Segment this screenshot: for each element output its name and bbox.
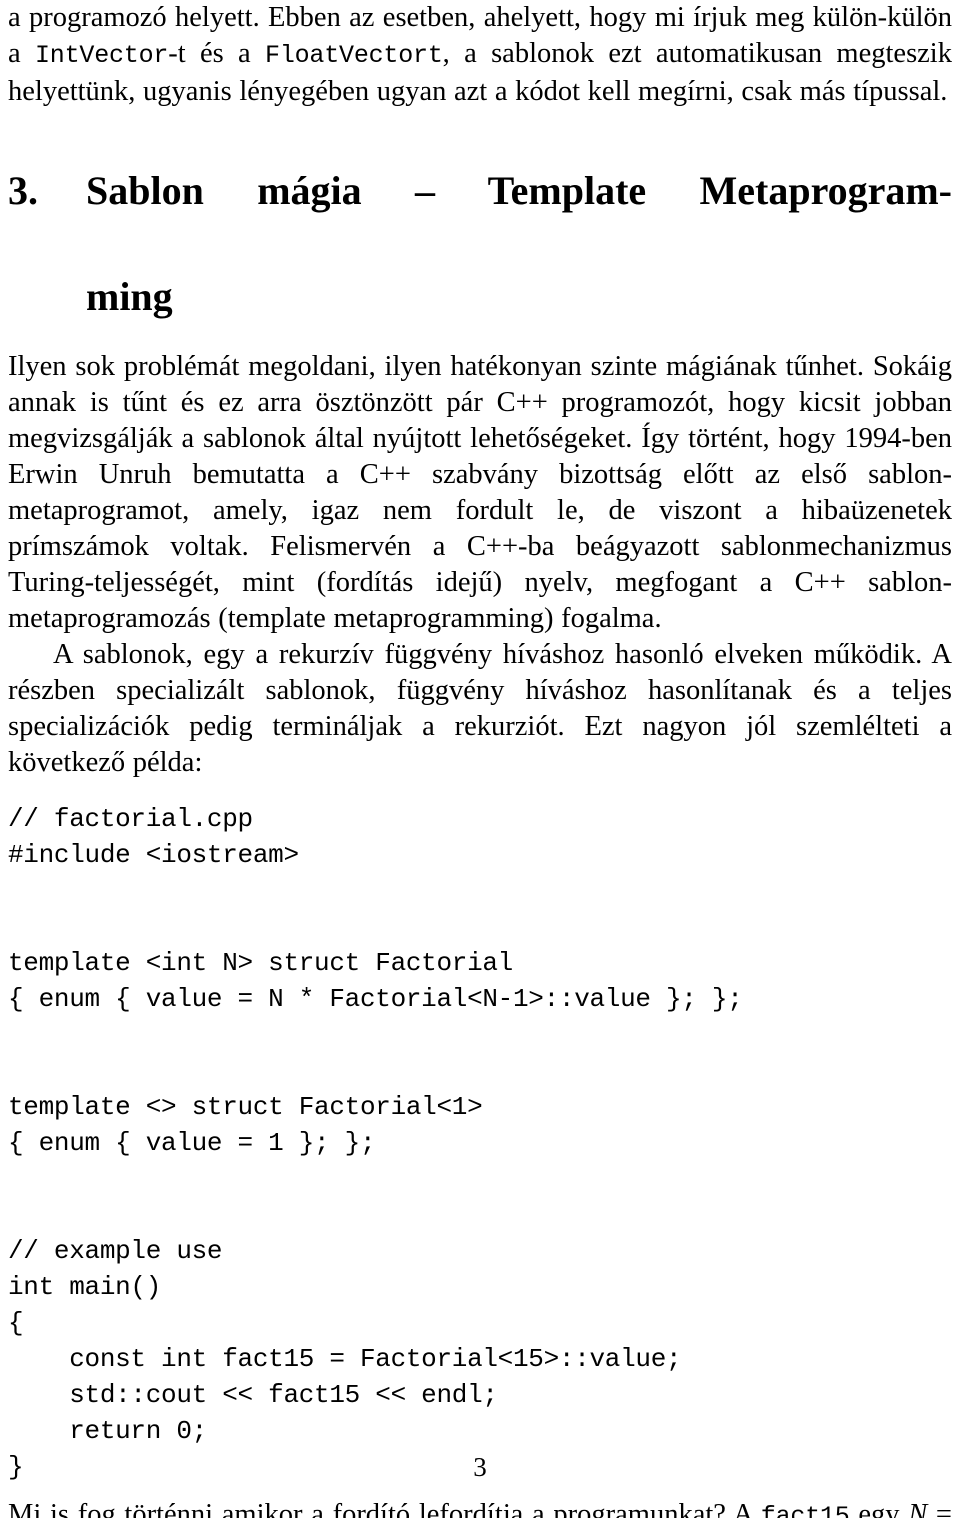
inline-code-intvector: IntVector [34, 41, 169, 70]
inline-code-fact15: fact15 [760, 1502, 850, 1518]
page-number: 3 [473, 1452, 487, 1482]
closing-text-part2: egy [849, 1499, 909, 1518]
section-title: Sablon mágia – Template Metaprogram-ming [86, 164, 952, 323]
section-title-line-1: Sablon mágia – Template Metaprogram- [86, 168, 952, 213]
recursion-paragraph: A sablonok, egy a rekurzív függvény hívá… [8, 639, 952, 778]
math-variable-n: N [908, 1499, 928, 1518]
page-content: a programozó helyett. Ebben az esetben, … [8, 0, 952, 1518]
closing-paragraph: Mi is fog történni amikor a fordító lefo… [8, 1497, 952, 1518]
code-block-factorial: // factorial.cpp #include <iostream> tem… [8, 804, 743, 1482]
intro-text-part2: -t és a [168, 38, 266, 69]
section-heading: 3. Sablon mágia – Template Metaprogram-m… [8, 164, 952, 323]
document-page: a programozó helyett. Ebben az esetben, … [0, 0, 960, 1518]
section-number: 3. [8, 168, 38, 213]
inline-code-floatvectort: FloatVectort [265, 41, 443, 70]
magic-paragraph: Ilyen sok problémát megoldani, ilyen hat… [8, 351, 952, 634]
closing-text-part1: Mi is fog történni amikor a fordító lefo… [8, 1499, 761, 1518]
section-title-line-2: ming [86, 274, 173, 319]
intro-paragraph: a programozó helyett. Ebben az esetben, … [8, 0, 952, 110]
